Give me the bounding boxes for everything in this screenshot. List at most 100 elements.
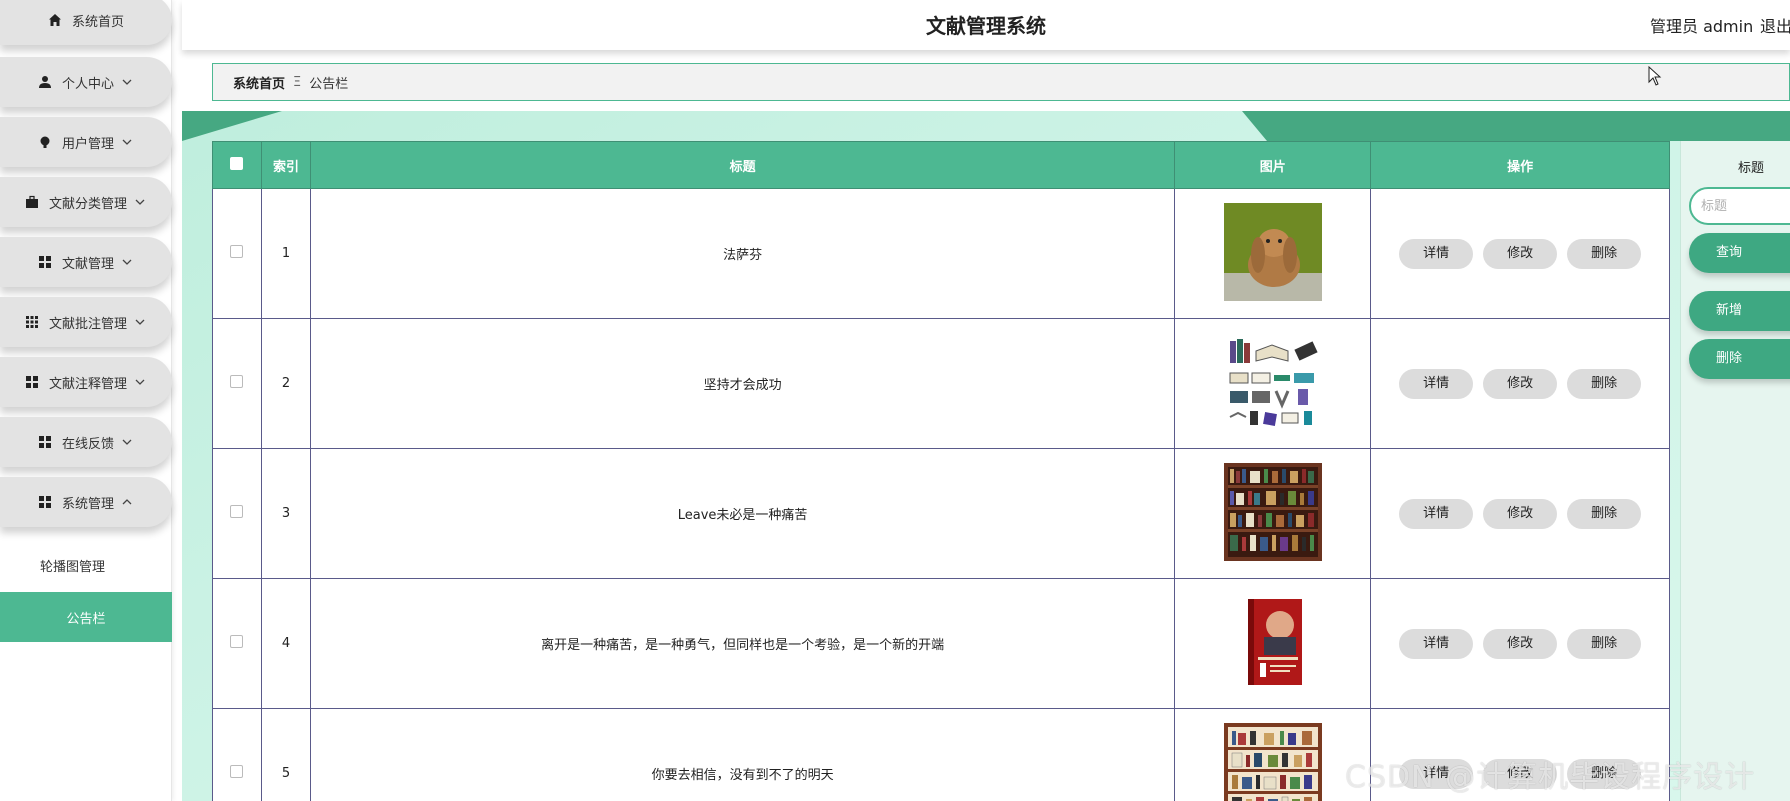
row-checkbox[interactable] [230, 765, 244, 778]
sidebar-item-label: 文献管理 [61, 256, 114, 272]
row-actions: 详情 修改 删除 [1370, 708, 1670, 801]
chevron-down-icon [120, 75, 134, 89]
sidebar-item-category-management[interactable]: 文献分类管理 [0, 177, 172, 227]
row-index: 4 [260, 578, 311, 709]
row-index: 2 [260, 318, 311, 449]
batch-delete-button[interactable]: 删除 [1689, 339, 1790, 379]
table-row: 2 坚持才会成功 详情 修改 删除 [212, 318, 1670, 449]
row-title: 你要去相信，没有到不了的明天 [309, 708, 1176, 801]
edit-button[interactable]: 修改 [1483, 368, 1558, 399]
user-icon [38, 75, 52, 89]
row-select-cell[interactable] [212, 448, 262, 579]
sidebar-item-home[interactable]: 系统首页 [0, 0, 172, 45]
bulb-icon [38, 135, 52, 149]
delete-button[interactable]: 删除 [1567, 628, 1642, 659]
select-all-checkbox[interactable] [230, 156, 244, 170]
delete-button[interactable]: 删除 [1567, 758, 1642, 789]
row-actions: 详情 修改 删除 [1370, 188, 1670, 319]
row-checkbox[interactable] [230, 505, 244, 518]
sidebar: 系统首页 个人中心 用户管理 文献分类管理 文献管理 文献批注管理 文献注释管理… [0, 0, 172, 801]
grid9-icon [25, 315, 39, 329]
add-button[interactable]: 新增 [1689, 291, 1790, 331]
breadcrumb-separator: Ξ [293, 74, 302, 90]
chevron-down-icon [120, 135, 134, 149]
detail-button[interactable]: 详情 [1399, 498, 1474, 529]
row-select-cell[interactable] [212, 318, 262, 449]
row-actions: 详情 修改 删除 [1370, 578, 1670, 709]
row-image-cell [1174, 188, 1372, 319]
query-button[interactable]: 查询 [1689, 233, 1790, 273]
row-image-cell [1174, 318, 1372, 449]
select-all-header[interactable] [212, 141, 262, 189]
sidebar-item-label: 个人中心 [61, 76, 114, 92]
sidebar-item-comment-management[interactable]: 文献注释管理 [0, 357, 172, 407]
sidebar-item-label: 在线反馈 [61, 436, 114, 452]
sidebar-subitem-notice-board[interactable]: 公告栏 [0, 592, 172, 642]
table-row: 1 法萨芬 详情 修改 删除 [212, 188, 1670, 319]
row-checkbox[interactable] [230, 635, 244, 648]
detail-button[interactable]: 详情 [1399, 628, 1474, 659]
sidebar-item-system-management[interactable]: 系统管理 [0, 477, 172, 527]
column-header-index: 索引 [260, 141, 311, 189]
column-header-title: 标题 [309, 141, 1176, 189]
sidebar-item-document-management[interactable]: 文献管理 [0, 237, 172, 287]
row-title: Leave未必是一种痛苦 [309, 448, 1176, 579]
sidebar-subitem-label: 公告栏 [66, 611, 106, 627]
edit-button[interactable]: 修改 [1483, 758, 1558, 789]
edit-button[interactable]: 修改 [1483, 498, 1558, 529]
chevron-down-icon [120, 435, 134, 449]
sidebar-item-label: 文献分类管理 [48, 196, 127, 212]
row-select-cell[interactable] [212, 708, 262, 801]
notice-table: 索引 标题 图片 操作 1 法萨芬 详情 修改 删除 2 坚持才会成功 详情 修… [212, 141, 1670, 801]
book-cover-image [1223, 592, 1322, 691]
delete-button[interactable]: 删除 [1567, 498, 1642, 529]
mouse-cursor-icon [1648, 66, 1662, 86]
delete-button[interactable]: 删除 [1567, 368, 1642, 399]
column-header-actions: 操作 [1370, 141, 1670, 189]
chevron-down-icon [133, 195, 147, 209]
page-title: 文献管理系统 [926, 14, 1046, 38]
sidebar-item-feedback[interactable]: 在线反馈 [0, 417, 172, 467]
edit-button[interactable]: 修改 [1483, 238, 1558, 269]
grid-icon [25, 375, 39, 389]
row-checkbox[interactable] [230, 245, 244, 258]
detail-button[interactable]: 详情 [1399, 758, 1474, 789]
row-image-cell [1174, 448, 1372, 579]
search-title-input[interactable] [1689, 187, 1790, 225]
sidebar-item-annotation-management[interactable]: 文献批注管理 [0, 297, 172, 347]
bookshelf-image [1223, 722, 1322, 801]
rabbit-image [1223, 202, 1322, 301]
row-index: 5 [260, 708, 311, 801]
row-title: 坚持才会成功 [309, 318, 1176, 449]
table-row: 5 你要去相信，没有到不了的明天 详情 修改 删除 [212, 708, 1670, 801]
row-actions: 详情 修改 删除 [1370, 448, 1670, 579]
column-header-image: 图片 [1174, 141, 1372, 189]
table-row: 3 Leave未必是一种痛苦 详情 修改 删除 [212, 448, 1670, 579]
grid-icon [38, 435, 52, 449]
detail-button[interactable]: 详情 [1399, 238, 1474, 269]
grid-icon [38, 255, 52, 269]
row-select-cell[interactable] [212, 188, 262, 319]
row-index: 1 [260, 188, 311, 319]
edit-button[interactable]: 修改 [1483, 628, 1558, 659]
sidebar-item-user-management[interactable]: 用户管理 [0, 117, 172, 167]
row-index: 3 [260, 448, 311, 579]
chevron-down-icon [133, 375, 147, 389]
sidebar-item-label: 文献注释管理 [48, 376, 127, 392]
row-checkbox[interactable] [230, 375, 244, 388]
breadcrumb-home[interactable]: 系统首页 [233, 73, 285, 92]
sidebar-item-label: 系统首页 [71, 14, 124, 30]
detail-button[interactable]: 详情 [1399, 368, 1474, 399]
row-title: 法萨芬 [309, 188, 1176, 319]
chevron-up-icon [120, 495, 134, 509]
sidebar-item-label: 用户管理 [61, 136, 114, 152]
row-select-cell[interactable] [212, 578, 262, 709]
row-image-cell [1174, 578, 1372, 709]
sidebar-subitem-carousel[interactable]: 轮播图管理 [0, 540, 172, 590]
search-title-label: 标题 [1737, 161, 1764, 176]
delete-button[interactable]: 删除 [1567, 238, 1642, 269]
bookshelf-image [1223, 462, 1322, 561]
current-user: 管理员 admin [1650, 17, 1754, 36]
sidebar-item-personal-center[interactable]: 个人中心 [0, 57, 172, 107]
logout-link[interactable]: 退出 [1760, 13, 1790, 37]
